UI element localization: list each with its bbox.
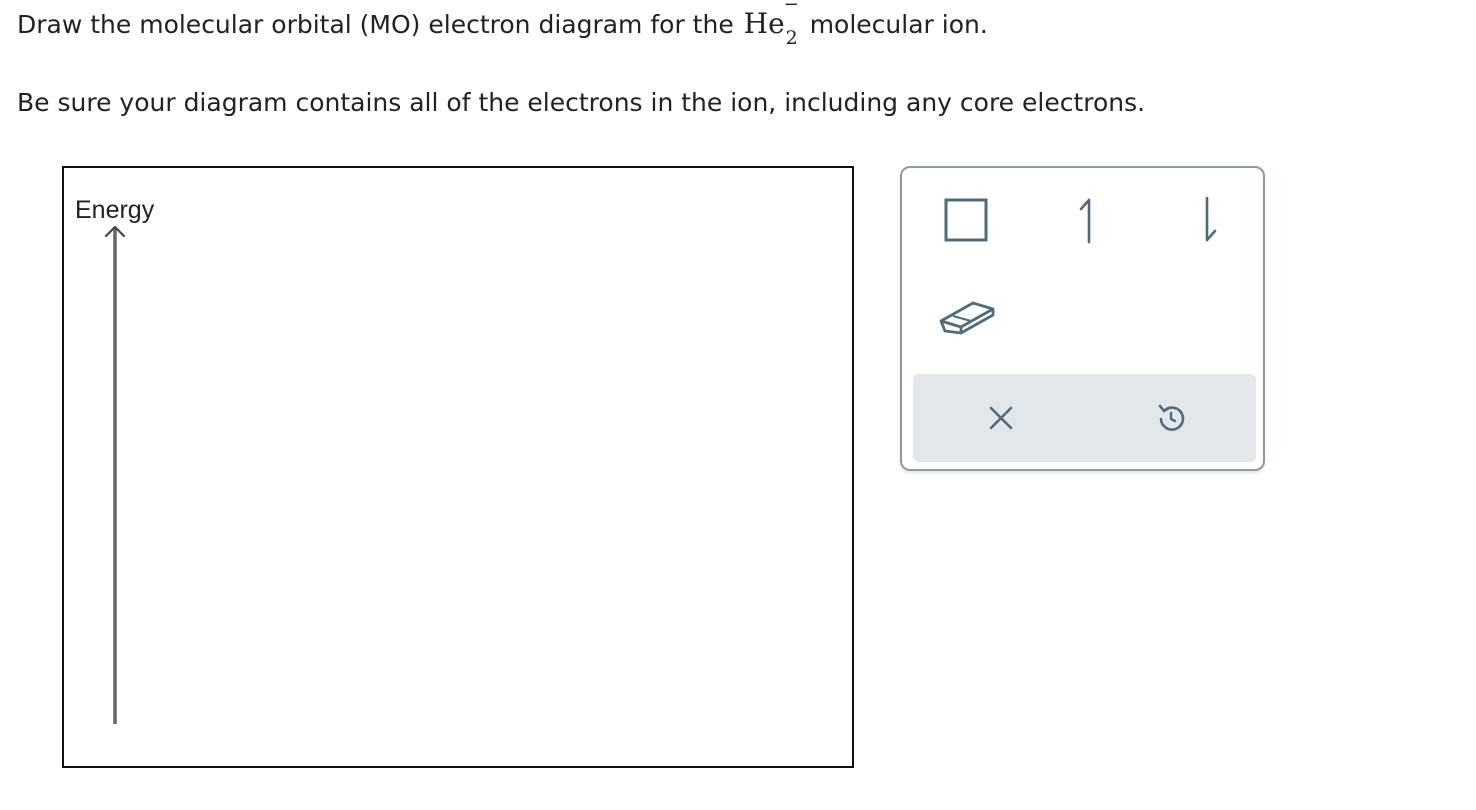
ion-formula: He2 −: [743, 0, 799, 48]
eraser-tool[interactable]: [932, 288, 1002, 344]
action-bar: [913, 374, 1256, 462]
energy-axis-label: Energy: [75, 196, 155, 224]
clear-button[interactable]: [973, 390, 1029, 446]
down-half-arrow-icon: [1205, 196, 1217, 242]
undo-icon: [1158, 404, 1185, 431]
spin-up-electron-tool[interactable]: [1060, 192, 1116, 248]
prompt-text-before: Draw the molecular orbital (MO) electron…: [17, 10, 734, 39]
spin-down-electron-tool[interactable]: [1182, 192, 1238, 248]
prompt-text-after: molecular ion.: [809, 10, 988, 39]
orbital-box-tool[interactable]: [938, 192, 994, 248]
formula-charge: −: [783, 0, 799, 15]
question-prompt: Draw the molecular orbital (MO) electron…: [17, 0, 988, 48]
question-instruction: Be sure your diagram contains all of the…: [17, 88, 1146, 117]
eraser-icon: [939, 301, 995, 335]
formula-element: He: [743, 7, 785, 40]
up-half-arrow-icon: [1079, 198, 1091, 244]
tool-palette: [900, 166, 1265, 471]
energy-axis-arrow: [104, 225, 126, 724]
undo-button[interactable]: [1143, 390, 1199, 446]
square-icon: [944, 198, 988, 242]
formula-subscript: 2: [785, 27, 798, 49]
x-icon: [989, 406, 1013, 430]
mo-diagram-canvas[interactable]: Energy: [62, 166, 854, 768]
